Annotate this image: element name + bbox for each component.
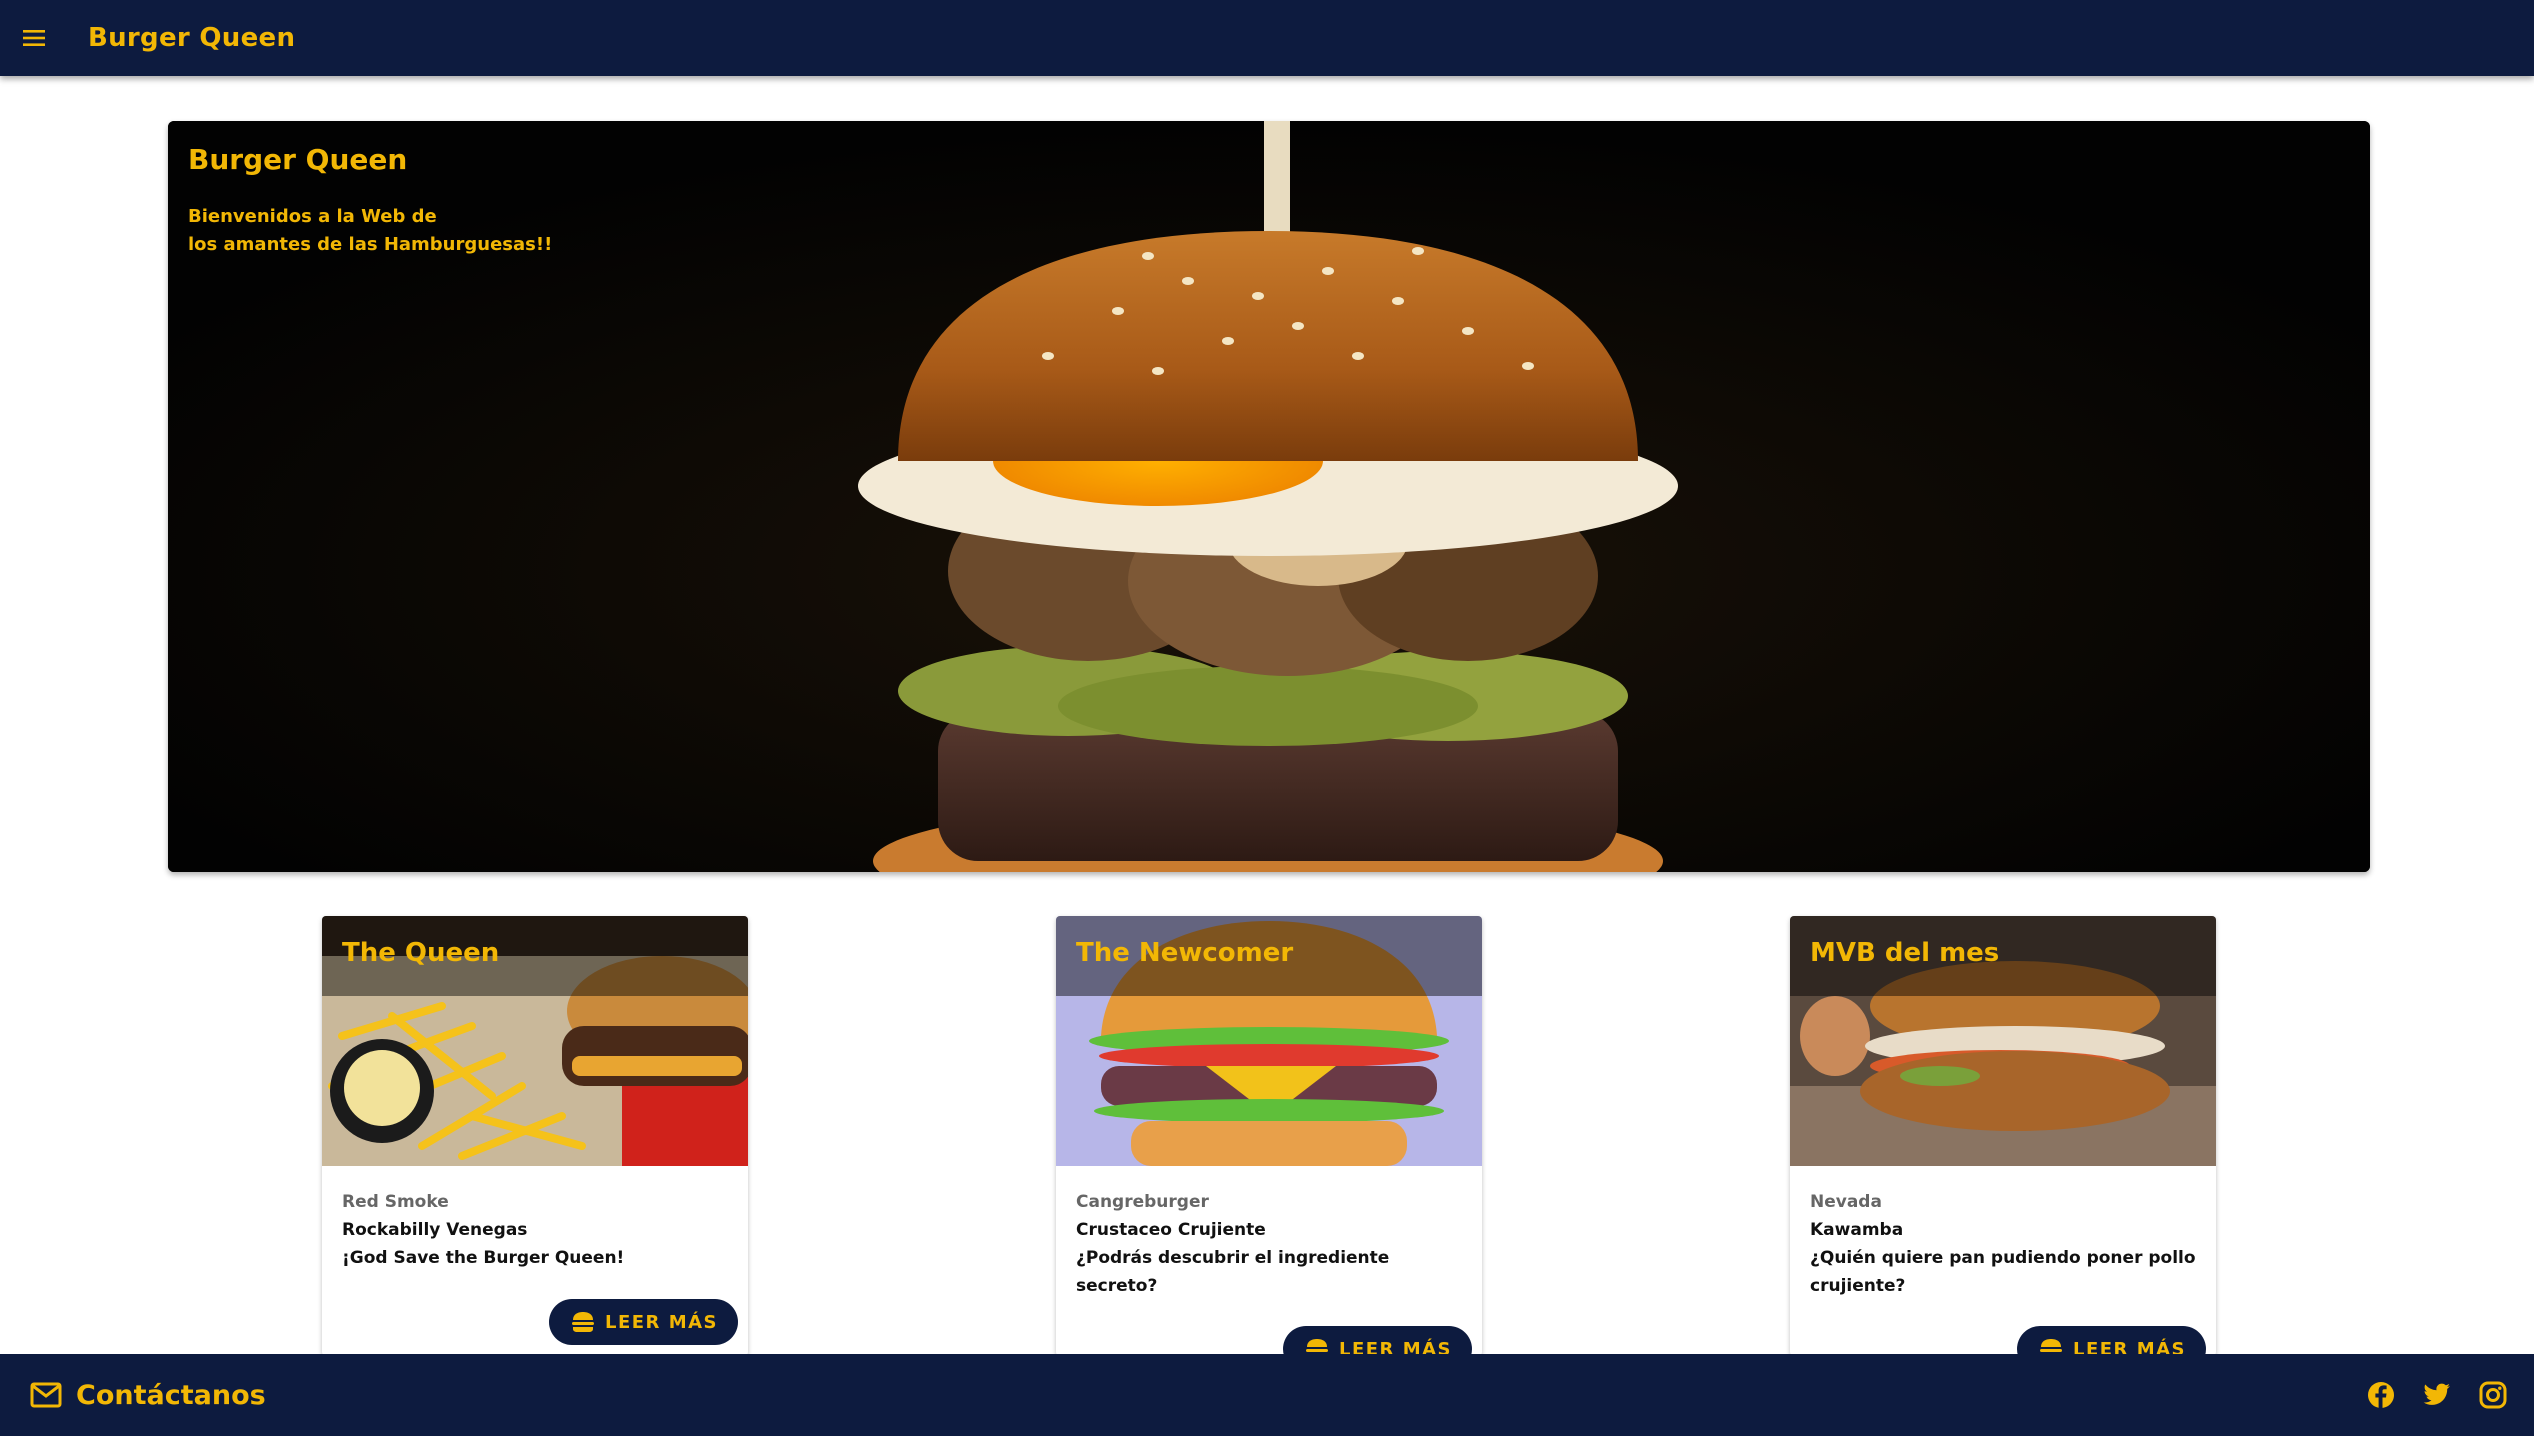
twitter-link[interactable] bbox=[2422, 1380, 2452, 1410]
card-title: The Queen bbox=[342, 938, 500, 968]
app-title[interactable]: Burger Queen bbox=[88, 23, 295, 53]
facebook-icon bbox=[2368, 1382, 2394, 1408]
card-line-1: Crustaceo Crujiente bbox=[1076, 1220, 1266, 1240]
card-line-1: Kawamba bbox=[1810, 1220, 1904, 1240]
instagram-link[interactable] bbox=[2478, 1380, 2508, 1410]
app-bar: Burger Queen bbox=[0, 0, 2534, 76]
card-the-newcomer: The Newcomer Cangreburger Crustaceo Cruj… bbox=[1056, 916, 1482, 1356]
card-mvb-del-mes: MVB del mes Nevada Kawamba ¿Quién quiere… bbox=[1790, 916, 2216, 1356]
hero-subtitle: Bienvenidos a la Web de los amantes de l… bbox=[188, 203, 552, 259]
card-line-1: Rockabilly Venegas bbox=[342, 1220, 528, 1240]
menu-button[interactable] bbox=[0, 0, 70, 76]
instagram-icon bbox=[2479, 1381, 2507, 1409]
card-subtitle: Nevada bbox=[1810, 1192, 1882, 1212]
read-more-button[interactable]: LEER MÁS bbox=[2017, 1326, 2206, 1356]
twitter-icon bbox=[2423, 1383, 2450, 1405]
burger-icon bbox=[572, 1312, 594, 1332]
card-title: The Newcomer bbox=[1076, 938, 1294, 968]
hamburger-menu-icon bbox=[23, 30, 45, 46]
read-more-button[interactable]: LEER MÁS bbox=[1283, 1326, 1472, 1356]
card-subtitle: Cangreburger bbox=[1076, 1192, 1209, 1212]
card-image: MVB del mes bbox=[1790, 916, 2216, 1166]
hero-banner: Burger Queen Bienvenidos a la Web de los… bbox=[168, 121, 2370, 872]
read-more-button[interactable]: LEER MÁS bbox=[549, 1299, 738, 1345]
card-line-2: ¡God Save the Burger Queen! bbox=[342, 1248, 625, 1268]
card-image: The Queen bbox=[322, 916, 748, 1166]
hero-subtitle-line2: los amantes de las Hamburguesas!! bbox=[188, 234, 553, 255]
card-title: MVB del mes bbox=[1810, 938, 2000, 968]
card-the-queen: The Queen Red Smoke Rockabilly Venegas ¡… bbox=[322, 916, 748, 1356]
footer-bar: Contáctanos bbox=[0, 1354, 2534, 1436]
mail-icon bbox=[30, 1382, 62, 1408]
hero-title: Burger Queen bbox=[188, 143, 408, 176]
hero-subtitle-line1: Bienvenidos a la Web de bbox=[188, 206, 437, 227]
contact-label: Contáctanos bbox=[76, 1379, 266, 1411]
card-line-2: ¿Quién quiere pan pudiendo poner pollo c… bbox=[1810, 1248, 2196, 1296]
contact-link[interactable]: Contáctanos bbox=[30, 1380, 266, 1411]
card-subtitle: Red Smoke bbox=[342, 1192, 449, 1212]
read-more-label: LEER MÁS bbox=[605, 1311, 718, 1333]
social-links bbox=[2340, 1380, 2508, 1410]
card-line-2: ¿Podrás descubrir el ingrediente secreto… bbox=[1076, 1248, 1390, 1296]
facebook-link[interactable] bbox=[2366, 1380, 2396, 1410]
card-image: The Newcomer bbox=[1056, 916, 1482, 1166]
